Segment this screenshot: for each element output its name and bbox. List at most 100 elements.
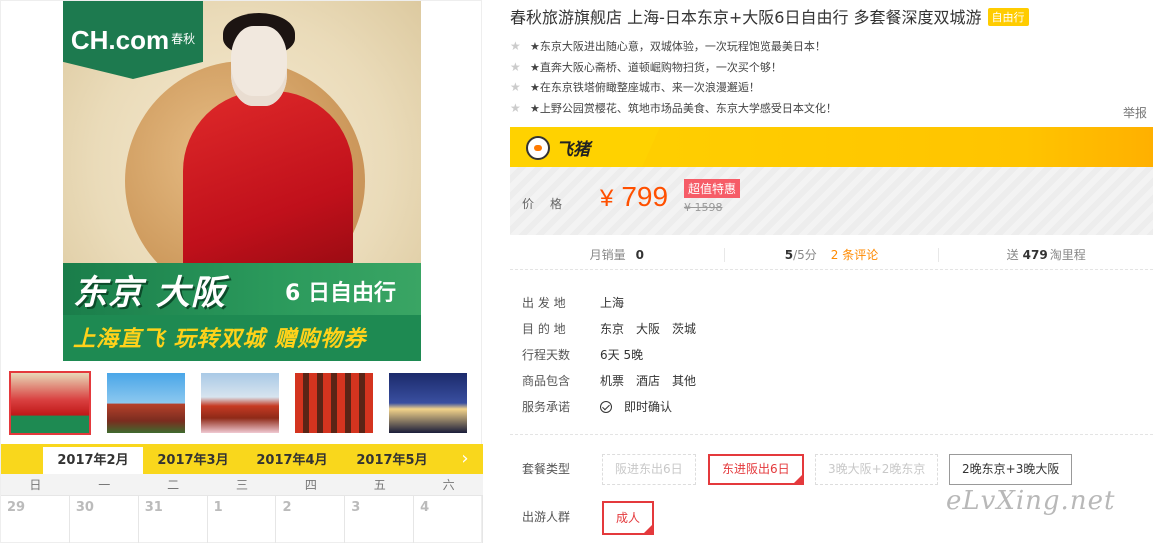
rating-suffix: /5分	[793, 247, 817, 262]
reviews-link[interactable]: 2 条评论	[831, 248, 878, 262]
package-option-1[interactable]: 阪进东出6日	[602, 454, 696, 485]
date-calendar: 2017年2月 2017年3月 2017年4月 2017年5月 › 日 一 二 …	[1, 444, 484, 543]
detail-row-departure: 出 发 地 上海	[522, 289, 1142, 315]
sales-stats: 月销量 0 5/5分 2 条评论 送 479 淘里程	[510, 240, 1153, 270]
detail-row-destination: 目 的 地 东京 大阪 茨城	[522, 315, 1142, 341]
detail-row-days: 行程天数 6天 5晚	[522, 341, 1142, 367]
miles-suffix: 淘里程	[1049, 247, 1086, 262]
promise-value: 即时确认	[600, 398, 684, 415]
days-value: 6天 5晚	[600, 347, 644, 362]
price-box: 价格 ¥799 超值特惠 ¥ 1598	[510, 167, 1153, 235]
banner-days: 6 日自由行	[285, 281, 396, 306]
fliggy-brand-name: 飞猪	[556, 140, 590, 160]
monthly-sales-label: 月销量	[589, 247, 626, 262]
figure-head	[231, 26, 287, 106]
banner-destination: 东京 大阪	[73, 273, 226, 313]
weekday: 四	[304, 478, 317, 492]
calendar-day: 2	[276, 496, 346, 543]
calendar-day: 1	[208, 496, 277, 543]
feature-text: ★在东京铁塔俯瞰整座城市、来一次浪漫邂逅！	[530, 81, 760, 94]
tab-2017-05[interactable]: 2017年5月	[342, 447, 442, 474]
promo-banner: 东京 大阪 6 日自由行 上海直飞 玩转双城 赠购物券	[63, 263, 421, 361]
watermark: eLvXing.net	[946, 486, 1116, 516]
calendar-day: 4	[414, 496, 484, 543]
calendar-month-tabs: 2017年2月 2017年3月 2017年4月 2017年5月 ›	[1, 444, 483, 474]
currency-symbol: ¥	[600, 185, 614, 212]
destination-item: 大阪	[636, 321, 661, 336]
detail-row-includes: 商品包含 机票 酒店 其他	[522, 367, 1142, 393]
star-icon: ★	[510, 59, 521, 74]
include-item: 机票	[600, 373, 625, 388]
group-option-adult[interactable]: 成人	[602, 501, 654, 535]
product-title: 春秋旅游旗舰店 上海-日本东京+大阪6日自由行 多套餐深度双城游 自由行	[510, 4, 1029, 28]
package-option-4[interactable]: 2晚东京+3晚大阪	[949, 454, 1073, 485]
fliggy-logo: 飞猪	[526, 135, 590, 160]
brand-bar: 飞猪	[510, 127, 1153, 167]
departure-label: 出 发 地	[522, 295, 566, 310]
destination-label: 目 的 地	[522, 321, 566, 336]
package-label: 套餐类型	[522, 462, 571, 476]
tab-2017-02[interactable]: 2017年2月	[43, 447, 143, 474]
calendar-days: 29 30 31 1 2 3 4	[1, 496, 484, 543]
include-item: 其他	[672, 373, 697, 388]
original-price: ¥ 1598	[684, 201, 723, 214]
weekday: 日	[29, 478, 42, 492]
report-link[interactable]: 举报	[1123, 104, 1147, 121]
star-icon: ★	[510, 39, 521, 53]
group-label: 出游人群	[522, 510, 571, 524]
tab-2017-03[interactable]: 2017年3月	[143, 447, 243, 474]
calendar-day: 31	[139, 496, 208, 543]
tab-2017-04[interactable]: 2017年4月	[242, 447, 342, 474]
price-label: 价格	[522, 197, 579, 211]
star-icon: ★	[510, 80, 521, 94]
brand-logo-text: CH.com	[70, 24, 170, 55]
thumbnail-image	[389, 373, 467, 433]
thumbnail-image	[107, 373, 185, 433]
monthly-sales-value: 0	[635, 247, 645, 262]
calendar-day: 30	[70, 496, 139, 543]
package-option-3[interactable]: 3晚大阪+2晚东京	[815, 454, 939, 485]
thumbnail-2[interactable]	[105, 371, 187, 435]
package-option-2[interactable]: 东进阪出6日	[708, 454, 804, 485]
weekday: 二	[167, 478, 180, 492]
brand-logo-sub: 春秋	[171, 32, 196, 47]
thumbnail-strip	[9, 371, 479, 437]
calendar-day: 3	[345, 496, 415, 543]
list-item: ★ ★在东京铁塔俯瞰整座城市、来一次浪漫邂逅！	[510, 77, 1153, 98]
destination-item: 东京	[600, 321, 625, 336]
list-item: ★ ★直奔大阪心斋桥、道顿崛购物扫货，一次买个够！	[510, 57, 1153, 78]
thumbnail-3[interactable]	[199, 371, 281, 435]
fliggy-pig-icon	[526, 135, 550, 160]
price-value: 799	[621, 181, 669, 212]
feature-text: ★直奔大阪心斋桥、道顿崛购物扫货，一次买个够！	[530, 60, 782, 74]
thumbnail-1[interactable]	[9, 371, 91, 435]
promise-text: 即时确认	[624, 399, 673, 414]
thumbnail-5[interactable]	[387, 371, 469, 435]
kimono-figure	[183, 91, 353, 291]
deal-badge: 超值特惠	[684, 179, 741, 198]
rating: 5/5分 2 条评论	[725, 247, 940, 262]
check-circle-icon	[600, 400, 612, 413]
thumbnail-image	[201, 373, 279, 433]
includes-value: 机票 酒店 其他	[600, 372, 708, 389]
product-details: 出 发 地 上海 目 的 地 东京 大阪 茨城 行程天数 6天 5晚 商品包含 机票…	[522, 289, 1142, 419]
product-info: 春秋旅游旗舰店 上海-日本东京+大阪6日自由行 多套餐深度双城游 自由行 ★ ★东京…	[510, 0, 1153, 543]
miles-value: 479	[1022, 247, 1048, 262]
days-label: 行程天数	[522, 347, 571, 362]
product-title-text: 春秋旅游旗舰店 上海-日本东京+大阪6日自由行 多套餐深度双城游	[510, 8, 982, 27]
page: CH.com 春秋 东京 大阪 6 日自由行 上海直飞 玩转双城 赠购物券 20…	[0, 0, 1153, 543]
miles-prefix: 送	[1006, 247, 1019, 262]
feature-text: ★东京大阪进出随心意，双城体验，一次玩程饱览最美日本！	[530, 40, 826, 53]
weekday: 三	[236, 478, 249, 492]
chevron-right-icon[interactable]: ›	[455, 448, 475, 470]
section-divider	[510, 434, 1153, 435]
list-item: ★ ★上野公园赏樱花、筑地市场品美食、东京大学感受日本文化！	[510, 98, 1153, 119]
list-item: ★ ★东京大阪进出随心意，双城体验，一次玩程饱览最美日本！	[510, 36, 1153, 57]
current-price: ¥799	[600, 181, 668, 213]
feature-list: ★ ★东京大阪进出随心意，双城体验，一次玩程饱览最美日本！ ★ ★直奔大阪心斋桥、道…	[510, 36, 1153, 118]
includes-label: 商品包含	[522, 373, 571, 388]
thumbnail-4[interactable]	[293, 371, 375, 435]
product-gallery: CH.com 春秋 东京 大阪 6 日自由行 上海直飞 玩转双城 赠购物券 20…	[0, 0, 484, 543]
calendar-weekdays: 日 一 二 三 四 五 六	[1, 474, 483, 496]
include-item: 酒店	[636, 373, 661, 388]
